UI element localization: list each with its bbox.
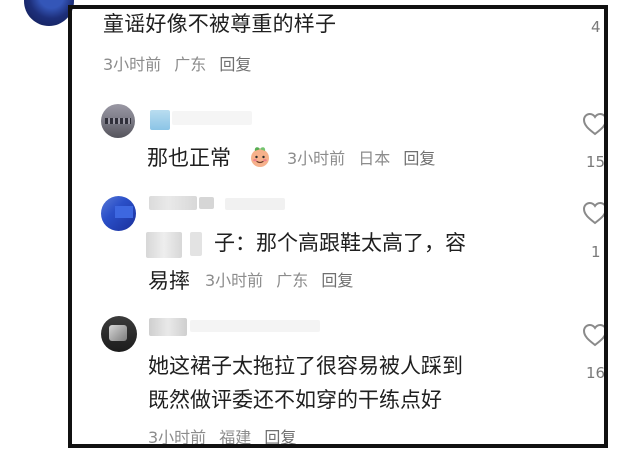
comment-time: 3小时前 bbox=[148, 428, 207, 447]
avatar[interactable] bbox=[101, 316, 137, 352]
comment-text: 童谣好像不被尊重的样子 bbox=[103, 12, 337, 36]
avatar[interactable] bbox=[101, 196, 136, 231]
comment-text-line: 子：那个高跟鞋太高了，容 bbox=[214, 231, 466, 255]
username-blur bbox=[225, 198, 285, 210]
comment-time: 3小时前 bbox=[287, 149, 346, 168]
reply-button[interactable]: 回复 bbox=[219, 55, 251, 74]
username-blur bbox=[172, 111, 252, 125]
comment-meta: 3小时前 广东 回复 bbox=[205, 273, 361, 289]
avatar-pattern bbox=[115, 206, 133, 218]
reply-target-blur bbox=[190, 232, 202, 256]
heart-outline-icon[interactable] bbox=[581, 111, 609, 137]
like-count: 15 bbox=[586, 153, 606, 171]
heart-outline-icon-svg bbox=[582, 201, 608, 225]
peach-face-emoji bbox=[248, 145, 272, 169]
heart-outline-icon-svg bbox=[582, 112, 608, 136]
avatar-pattern bbox=[105, 118, 131, 124]
comment-time: 3小时前 bbox=[205, 271, 264, 290]
comment-screenshot: ★ 童谣好像不被尊重的样子 3小时前 广东 回复 4 那也正常 3小时前 日本 … bbox=[0, 0, 640, 462]
reply-button[interactable]: 回复 bbox=[264, 428, 296, 447]
heart-outline-icon-svg bbox=[582, 323, 608, 347]
comment-time: 3小时前 bbox=[103, 55, 162, 74]
heart-outline-icon[interactable] bbox=[581, 200, 609, 226]
heart-outline-icon[interactable] bbox=[581, 322, 609, 348]
comment-location: 福建 bbox=[219, 428, 252, 447]
comment-location: 广东 bbox=[276, 271, 309, 290]
comment-text-line: 易摔 bbox=[148, 269, 190, 293]
comment-text-line: 她这裙子太拖拉了很容易被人踩到 bbox=[148, 354, 463, 378]
avatar[interactable]: ★ bbox=[24, 0, 74, 26]
reply-button[interactable]: 回复 bbox=[403, 149, 435, 168]
reply-button[interactable]: 回复 bbox=[321, 271, 353, 290]
avatar-pattern bbox=[109, 325, 127, 341]
comment-meta: 3小时前 日本 回复 bbox=[287, 151, 443, 167]
username-blur bbox=[190, 320, 320, 332]
username-blur bbox=[149, 196, 197, 210]
like-count: 4 bbox=[591, 18, 601, 36]
comment-meta: 3小时前 广东 回复 bbox=[103, 57, 259, 73]
username-blur bbox=[149, 318, 187, 336]
comment-location: 日本 bbox=[358, 149, 391, 168]
comment-text-line: 既然做评委还不如穿的干练点好 bbox=[148, 388, 442, 412]
avatar[interactable] bbox=[101, 104, 135, 138]
comment-text: 那也正常 bbox=[147, 146, 231, 170]
username-blur bbox=[199, 197, 214, 209]
like-count: 1 bbox=[591, 243, 601, 261]
comment-meta: 3小时前 福建 回复 bbox=[148, 430, 304, 446]
peach-face-emoji-svg bbox=[251, 147, 269, 167]
reply-target-blur bbox=[146, 232, 182, 258]
like-count: 16 bbox=[586, 364, 606, 382]
username-blur bbox=[150, 110, 170, 130]
comment-location: 广东 bbox=[174, 55, 207, 74]
